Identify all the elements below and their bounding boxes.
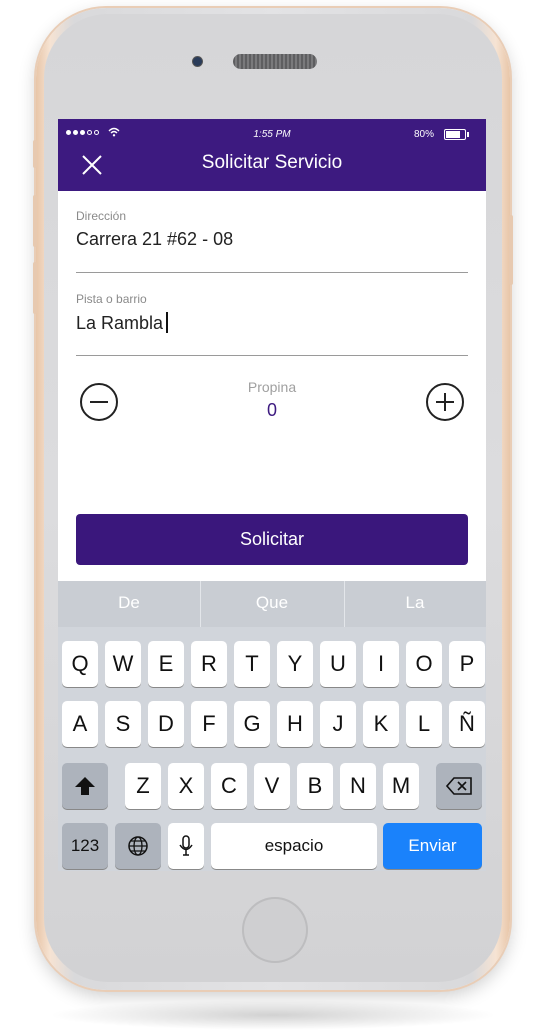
key[interactable]: V <box>254 763 290 809</box>
key[interactable]: K <box>363 701 399 747</box>
neighborhood-label: Pista o barrio <box>76 292 147 306</box>
key[interactable]: W <box>105 641 141 687</box>
backspace-key[interactable] <box>436 763 482 809</box>
space-key[interactable]: espacio <box>211 823 377 869</box>
microphone-icon <box>179 835 193 856</box>
address-underline <box>76 272 468 273</box>
key[interactable]: B <box>297 763 333 809</box>
key[interactable]: Q <box>62 641 98 687</box>
mute-switch <box>33 140 37 168</box>
key[interactable]: Y <box>277 641 313 687</box>
suggestion-item[interactable]: De <box>58 581 200 627</box>
submit-button[interactable]: Solicitar <box>76 514 468 565</box>
numbers-key[interactable]: 123 <box>62 823 108 869</box>
suggestion-bar: De Que La <box>58 581 486 627</box>
microphone-key[interactable] <box>168 823 204 869</box>
battery-percentage: 80% <box>413 129 434 140</box>
backspace-icon <box>445 777 472 795</box>
shift-icon <box>75 777 95 795</box>
address-field[interactable]: Carrera 21 #62 - 08 <box>76 229 233 250</box>
key[interactable]: G <box>234 701 270 747</box>
app-screen: 1:55 PM 80% Solicitar Servicio Dirección… <box>58 119 486 871</box>
key[interactable]: Z <box>125 763 161 809</box>
key[interactable]: U <box>320 641 356 687</box>
send-key[interactable]: Enviar <box>383 823 482 869</box>
key[interactable]: D <box>148 701 184 747</box>
key[interactable]: Ñ <box>449 701 485 747</box>
neighborhood-field[interactable]: La Rambla <box>76 312 169 334</box>
neighborhood-underline <box>76 355 468 356</box>
address-label: Dirección <box>76 209 127 223</box>
key[interactable]: R <box>191 641 227 687</box>
volume-down-button <box>33 262 37 314</box>
key[interactable]: C <box>211 763 247 809</box>
tip-value: 0 <box>266 400 277 420</box>
globe-icon <box>128 836 148 856</box>
suggestion-item[interactable]: Que <box>201 581 343 627</box>
status-bar: 1:55 PM 80% <box>58 119 486 149</box>
key[interactable]: H <box>277 701 313 747</box>
volume-up-button <box>33 195 37 247</box>
home-button[interactable] <box>242 897 308 963</box>
earpiece-speaker <box>233 54 317 69</box>
key[interactable]: I <box>363 641 399 687</box>
key[interactable]: J <box>320 701 356 747</box>
battery-icon <box>444 129 469 140</box>
shift-key[interactable] <box>62 763 108 809</box>
front-camera <box>193 57 202 66</box>
power-button <box>509 215 513 285</box>
app-header: 1:55 PM 80% Solicitar Servicio <box>58 119 486 191</box>
key[interactable]: E <box>148 641 184 687</box>
key[interactable]: F <box>191 701 227 747</box>
key[interactable]: S <box>105 701 141 747</box>
plus-circle-icon[interactable] <box>426 383 464 421</box>
key[interactable]: X <box>168 763 204 809</box>
key[interactable]: A <box>62 701 98 747</box>
tip-label: Propina <box>247 379 297 395</box>
key[interactable]: O <box>406 641 442 687</box>
key[interactable]: N <box>340 763 376 809</box>
key[interactable]: L <box>406 701 442 747</box>
neighborhood-value: La Rambla <box>76 313 164 333</box>
key[interactable]: P <box>449 641 485 687</box>
key[interactable]: M <box>383 763 419 809</box>
globe-key[interactable] <box>115 823 161 869</box>
text-cursor <box>166 312 169 333</box>
keyboard: De Que La Q W E R T Y U I O P A S D F G … <box>58 581 486 871</box>
page-title: Solicitar Servicio <box>201 152 343 173</box>
phone-shadow <box>48 1000 498 1030</box>
key[interactable]: T <box>234 641 270 687</box>
suggestion-item[interactable]: La <box>344 581 486 627</box>
